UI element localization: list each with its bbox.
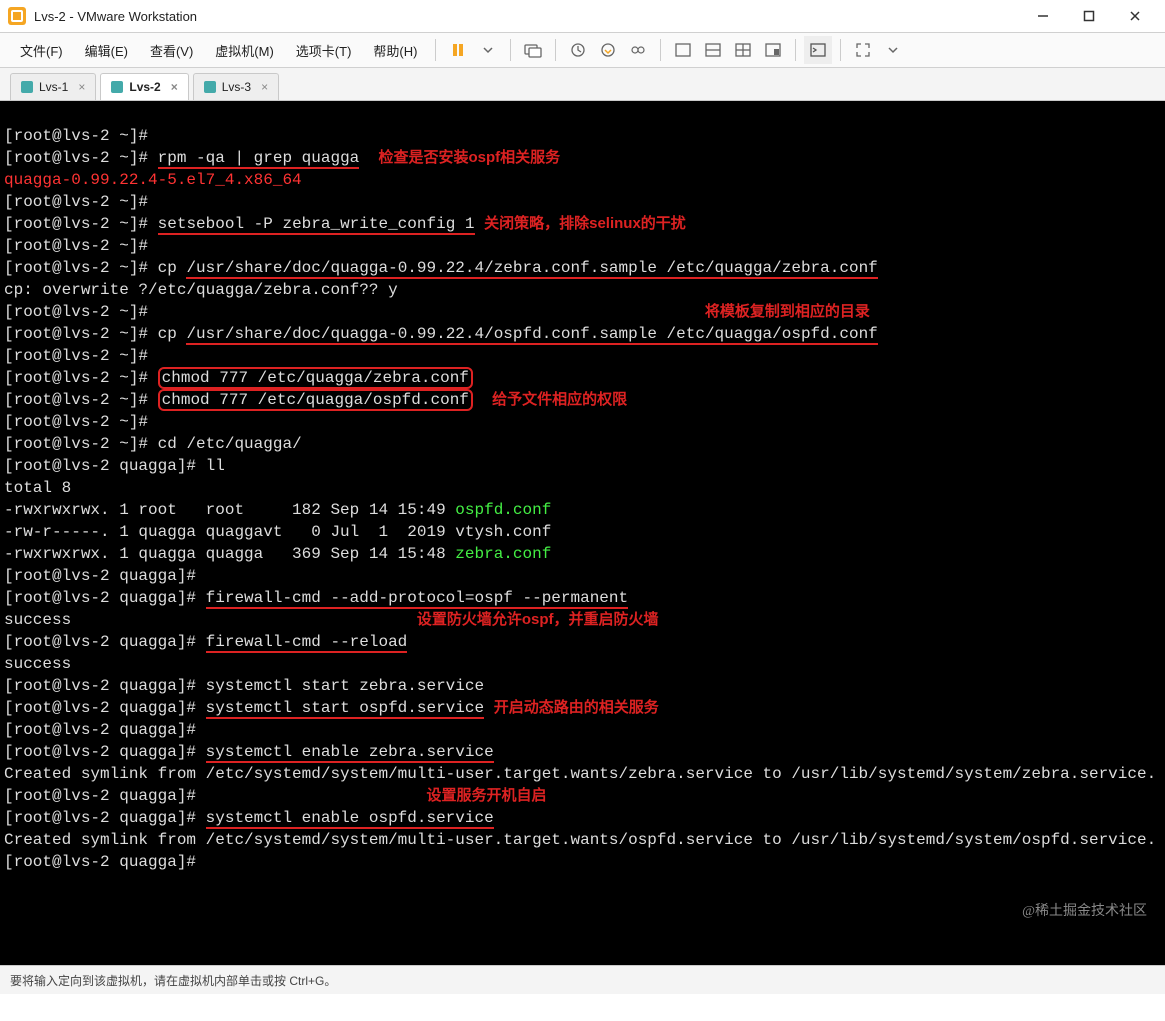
close-icon[interactable]: ×: [78, 80, 85, 94]
tab-label: Lvs-3: [222, 80, 251, 94]
send-keys-icon[interactable]: [519, 36, 547, 64]
watermark: @稀土掘金技术社区: [1022, 901, 1147, 923]
close-icon[interactable]: ×: [171, 80, 178, 94]
menu-file[interactable]: 文件(F): [10, 37, 73, 64]
window-title: Lvs-2 - VMware Workstation: [34, 9, 1021, 24]
minimize-button[interactable]: [1021, 1, 1065, 31]
console-icon[interactable]: [804, 36, 832, 64]
view-thumb-icon[interactable]: [729, 36, 757, 64]
menu-tabs[interactable]: 选项卡(T): [286, 37, 362, 64]
manage-snapshot-icon[interactable]: [624, 36, 652, 64]
vm-icon: [111, 81, 123, 93]
pause-icon[interactable]: [444, 36, 472, 64]
menu-help[interactable]: 帮助(H): [363, 37, 427, 64]
close-icon[interactable]: ×: [261, 80, 268, 94]
menu-edit[interactable]: 编辑(E): [75, 37, 138, 64]
vm-icon: [204, 81, 216, 93]
fullscreen-icon[interactable]: [849, 36, 877, 64]
tab-label: Lvs-1: [39, 80, 68, 94]
view-single-icon[interactable]: [669, 36, 697, 64]
terminal[interactable]: [root@lvs-2 ~]# [root@lvs-2 ~]# rpm -qa …: [0, 101, 1165, 965]
status-text: 要将输入定向到该虚拟机，请在虚拟机内部单击或按 Ctrl+G。: [10, 972, 336, 989]
close-button[interactable]: [1113, 1, 1157, 31]
status-bar: 要将输入定向到该虚拟机，请在虚拟机内部单击或按 Ctrl+G。: [0, 965, 1165, 994]
revert-snapshot-icon[interactable]: [594, 36, 622, 64]
view-split-icon[interactable]: [699, 36, 727, 64]
tab-lvs1[interactable]: Lvs-1 ×: [10, 73, 96, 100]
titlebar: Lvs-2 - VMware Workstation: [0, 0, 1165, 33]
menubar: 文件(F) 编辑(E) 查看(V) 虚拟机(M) 选项卡(T) 帮助(H): [0, 33, 1165, 68]
maximize-button[interactable]: [1067, 1, 1111, 31]
view-unity-icon[interactable]: [759, 36, 787, 64]
menu-vm[interactable]: 虚拟机(M): [205, 37, 284, 64]
dropdown-icon[interactable]: [474, 36, 502, 64]
dropdown2-icon[interactable]: [879, 36, 907, 64]
tab-lvs3[interactable]: Lvs-3 ×: [193, 73, 279, 100]
tab-label: Lvs-2: [129, 80, 160, 94]
snapshot-icon[interactable]: [564, 36, 592, 64]
tab-lvs2[interactable]: Lvs-2 ×: [100, 73, 188, 100]
menu-view[interactable]: 查看(V): [140, 37, 203, 64]
app-icon: [8, 7, 26, 25]
vm-icon: [21, 81, 33, 93]
tab-row: Lvs-1 × Lvs-2 × Lvs-3 ×: [0, 68, 1165, 101]
